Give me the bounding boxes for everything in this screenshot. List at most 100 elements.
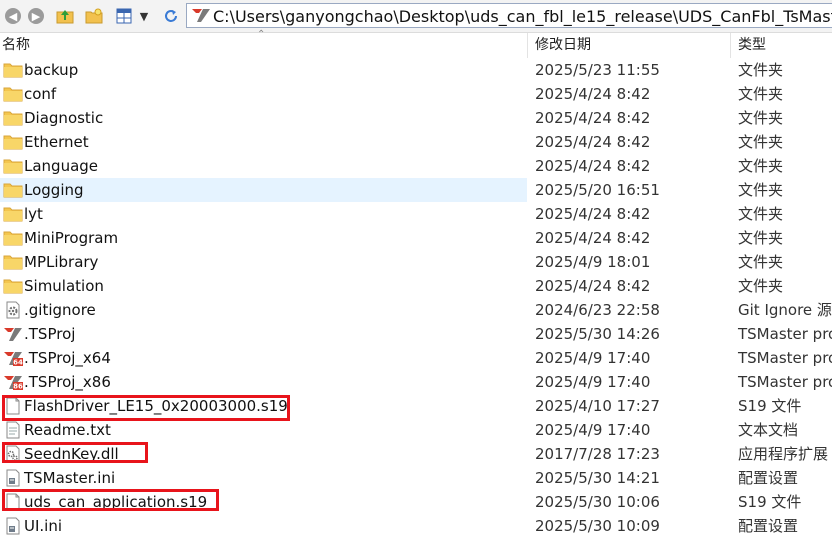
file-name: Simulation bbox=[24, 277, 104, 295]
address-path[interactable]: C:\Users\ganyongchao\Desktop\uds_can_fbl… bbox=[213, 7, 832, 26]
back-button[interactable]: ◀ bbox=[2, 5, 24, 27]
file-type: 文件夹 bbox=[738, 85, 784, 103]
file-type: TSMaster project bbox=[738, 373, 832, 391]
folder-icon bbox=[3, 87, 23, 102]
up-folder-button[interactable] bbox=[54, 5, 76, 27]
file-date: 2025/4/24 8:42 bbox=[535, 109, 651, 127]
tsmaster-x64-icon: 64 bbox=[4, 352, 23, 367]
file-name: Logging bbox=[24, 181, 84, 199]
file-type: 文本文档 bbox=[738, 421, 799, 439]
file-name: TSMaster.ini bbox=[24, 469, 116, 487]
file-name: UI.ini bbox=[24, 517, 63, 535]
tsmaster-x86-icon: 86 bbox=[4, 376, 23, 391]
folder-icon bbox=[3, 255, 23, 270]
file-type: Git Ignore 源文件 bbox=[738, 301, 832, 319]
file-name: Readme.txt bbox=[24, 421, 111, 439]
column-header-name[interactable]: 名称 bbox=[2, 33, 30, 58]
file-date: 2025/4/24 8:42 bbox=[535, 157, 651, 175]
file-type: 应用程序扩展 bbox=[738, 445, 829, 463]
file-date: 2017/7/28 17:23 bbox=[535, 445, 660, 463]
file-name: Language bbox=[24, 157, 99, 175]
text-file-icon bbox=[6, 421, 20, 439]
forward-arrow-icon: ▶ bbox=[28, 8, 44, 24]
file-type: TSMaster project bbox=[738, 349, 832, 367]
file-type: 文件夹 bbox=[738, 253, 784, 271]
file-name: Ethernet bbox=[24, 133, 89, 151]
list-item[interactable]: lyt 2025/4/24 8:42 文件夹 bbox=[0, 202, 832, 226]
list-item[interactable]: conf 2025/4/24 8:42 文件夹 bbox=[0, 82, 832, 106]
refresh-button[interactable] bbox=[160, 5, 182, 27]
folder-icon bbox=[3, 63, 23, 78]
file-date: 2025/4/9 17:40 bbox=[535, 349, 651, 367]
list-item[interactable]: .TSProj 2025/5/30 14:26 TSMaster project bbox=[0, 322, 832, 346]
folder-icon bbox=[3, 183, 23, 198]
file-type: 配置设置 bbox=[738, 469, 799, 487]
file-date: 2025/5/30 14:21 bbox=[535, 469, 660, 487]
file-type: 配置设置 bbox=[738, 517, 799, 535]
view-button[interactable] bbox=[113, 5, 135, 27]
list-item[interactable]: backup 2025/5/23 11:55 文件夹 bbox=[0, 58, 832, 82]
list-item[interactable]: SeednKey.dll 2017/7/28 17:23 应用程序扩展 bbox=[0, 442, 832, 466]
forward-button[interactable]: ▶ bbox=[25, 5, 47, 27]
ini-file-icon bbox=[6, 517, 20, 535]
file-name: FlashDriver_LE15_0x20003000.s19 bbox=[24, 397, 288, 415]
list-item[interactable]: Readme.txt 2025/4/9 17:40 文本文档 bbox=[0, 418, 832, 442]
folder-icon bbox=[3, 111, 23, 126]
file-icon bbox=[6, 397, 20, 415]
file-date: 2025/4/24 8:42 bbox=[535, 133, 651, 151]
list-item[interactable]: Diagnostic 2025/4/24 8:42 文件夹 bbox=[0, 106, 832, 130]
tsmaster-logo-icon bbox=[192, 9, 210, 22]
column-header-type[interactable]: 类型 bbox=[738, 33, 766, 58]
column-divider[interactable] bbox=[730, 33, 731, 58]
gear-file-icon bbox=[6, 301, 20, 319]
file-type: 文件夹 bbox=[738, 133, 784, 151]
file-type: 文件夹 bbox=[738, 157, 784, 175]
folder-icon bbox=[3, 279, 23, 294]
file-date: 2025/5/23 11:55 bbox=[535, 61, 660, 79]
file-name: MPLibrary bbox=[24, 253, 99, 271]
file-type: 文件夹 bbox=[738, 61, 784, 79]
file-date: 2025/5/30 10:09 bbox=[535, 517, 660, 535]
refresh-icon bbox=[165, 10, 177, 22]
file-date: 2025/4/9 17:40 bbox=[535, 373, 651, 391]
file-name: backup bbox=[24, 61, 79, 79]
list-item[interactable]: TSMaster.ini 2025/5/30 14:21 配置设置 bbox=[0, 466, 832, 490]
list-item[interactable]: Language 2025/4/24 8:42 文件夹 bbox=[0, 154, 832, 178]
icon-badge: 86 bbox=[13, 383, 23, 391]
column-header-date[interactable]: 修改日期 bbox=[535, 33, 591, 58]
file-name: .TSProj_x64 bbox=[24, 349, 111, 367]
list-item[interactable]: 86 .TSProj_x86 2025/4/9 17:40 TSMaster p… bbox=[0, 370, 832, 394]
file-type: S19 文件 bbox=[738, 397, 802, 415]
new-folder-icon bbox=[85, 8, 103, 24]
file-list: backup 2025/5/23 11:55 文件夹 conf 2025/4/2… bbox=[0, 58, 832, 538]
list-item[interactable]: MPLibrary 2025/4/9 18:01 文件夹 bbox=[0, 250, 832, 274]
tsmaster-logo-icon bbox=[4, 328, 22, 341]
file-date: 2025/5/30 10:06 bbox=[535, 493, 660, 511]
view-dropdown-button[interactable]: ▼ bbox=[137, 5, 151, 27]
list-item-hovered[interactable]: Logging 2025/5/20 16:51 文件夹 bbox=[0, 178, 832, 202]
new-folder-button[interactable] bbox=[83, 5, 105, 27]
folder-icon bbox=[3, 159, 23, 174]
file-date: 2025/4/24 8:42 bbox=[535, 229, 651, 247]
list-item[interactable]: FlashDriver_LE15_0x20003000.s19 2025/4/1… bbox=[0, 394, 832, 418]
file-date: 2025/4/10 17:27 bbox=[535, 397, 660, 415]
list-item[interactable]: uds_can_application.s19 2025/5/30 10:06 … bbox=[0, 490, 832, 514]
list-item[interactable]: .gitignore 2024/6/23 22:58 Git Ignore 源文… bbox=[0, 298, 832, 322]
address-bar[interactable]: C:\Users\ganyongchao\Desktop\uds_can_fbl… bbox=[186, 3, 832, 28]
list-item[interactable]: MiniProgram 2025/4/24 8:42 文件夹 bbox=[0, 226, 832, 250]
file-date: 2025/4/9 17:40 bbox=[535, 421, 651, 439]
list-item[interactable]: 64 .TSProj_x64 2025/4/9 17:40 TSMaster p… bbox=[0, 346, 832, 370]
list-item[interactable]: UI.ini 2025/5/30 10:09 配置设置 bbox=[0, 514, 832, 538]
up-folder-icon bbox=[56, 10, 74, 24]
file-name: .gitignore bbox=[24, 301, 96, 319]
file-name: conf bbox=[24, 85, 57, 103]
column-divider[interactable] bbox=[527, 33, 528, 58]
file-date: 2024/6/23 22:58 bbox=[535, 301, 660, 319]
list-item[interactable]: Ethernet 2025/4/24 8:42 文件夹 bbox=[0, 130, 832, 154]
icon-badge: 64 bbox=[13, 359, 23, 367]
file-type: 文件夹 bbox=[738, 205, 784, 223]
list-item[interactable]: Simulation 2025/4/24 8:42 文件夹 bbox=[0, 274, 832, 298]
folder-icon bbox=[3, 135, 23, 150]
file-type: 文件夹 bbox=[738, 229, 784, 247]
file-icon bbox=[6, 493, 20, 511]
